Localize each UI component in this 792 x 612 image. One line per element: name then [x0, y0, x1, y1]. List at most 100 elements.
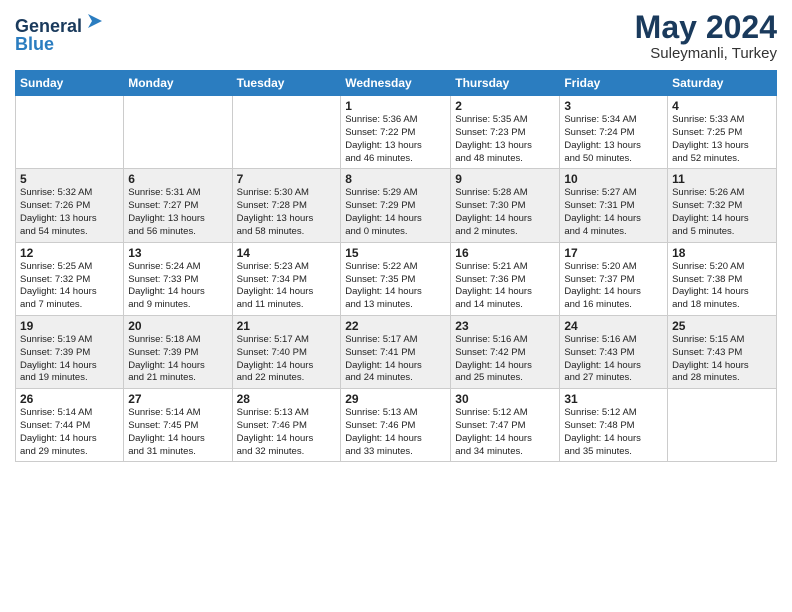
- month-title: May 2024: [635, 10, 777, 45]
- day-cell-11: 11Sunrise: 5:26 AM Sunset: 7:32 PM Dayli…: [668, 169, 777, 242]
- day-cell-28: 28Sunrise: 5:13 AM Sunset: 7:46 PM Dayli…: [232, 389, 341, 462]
- day-number: 21: [237, 319, 337, 333]
- day-info: Sunrise: 5:31 AM Sunset: 7:27 PM Dayligh…: [128, 187, 227, 238]
- day-cell-8: 8Sunrise: 5:29 AM Sunset: 7:29 PM Daylig…: [341, 169, 451, 242]
- calendar-table: SundayMondayTuesdayWednesdayThursdayFrid…: [15, 70, 777, 462]
- day-cell-1: 1Sunrise: 5:36 AM Sunset: 7:22 PM Daylig…: [341, 96, 451, 169]
- day-cell-16: 16Sunrise: 5:21 AM Sunset: 7:36 PM Dayli…: [451, 242, 560, 315]
- day-number: 16: [455, 246, 555, 260]
- day-cell-15: 15Sunrise: 5:22 AM Sunset: 7:35 PM Dayli…: [341, 242, 451, 315]
- day-number: 29: [345, 392, 446, 406]
- day-cell-6: 6Sunrise: 5:31 AM Sunset: 7:27 PM Daylig…: [124, 169, 232, 242]
- day-cell-empty: [668, 389, 777, 462]
- day-number: 13: [128, 246, 227, 260]
- day-number: 11: [672, 172, 772, 186]
- day-cell-2: 2Sunrise: 5:35 AM Sunset: 7:23 PM Daylig…: [451, 96, 560, 169]
- day-info: Sunrise: 5:17 AM Sunset: 7:41 PM Dayligh…: [345, 334, 446, 385]
- day-info: Sunrise: 5:18 AM Sunset: 7:39 PM Dayligh…: [128, 334, 227, 385]
- day-number: 28: [237, 392, 337, 406]
- day-number: 12: [20, 246, 119, 260]
- week-row-2: 5Sunrise: 5:32 AM Sunset: 7:26 PM Daylig…: [16, 169, 777, 242]
- weekday-header-saturday: Saturday: [668, 71, 777, 96]
- weekday-header-monday: Monday: [124, 71, 232, 96]
- day-cell-4: 4Sunrise: 5:33 AM Sunset: 7:25 PM Daylig…: [668, 96, 777, 169]
- day-number: 22: [345, 319, 446, 333]
- logo: General Blue: [15, 10, 106, 55]
- day-info: Sunrise: 5:12 AM Sunset: 7:48 PM Dayligh…: [564, 407, 663, 458]
- day-info: Sunrise: 5:20 AM Sunset: 7:38 PM Dayligh…: [672, 261, 772, 312]
- day-info: Sunrise: 5:16 AM Sunset: 7:43 PM Dayligh…: [564, 334, 663, 385]
- day-cell-5: 5Sunrise: 5:32 AM Sunset: 7:26 PM Daylig…: [16, 169, 124, 242]
- day-info: Sunrise: 5:15 AM Sunset: 7:43 PM Dayligh…: [672, 334, 772, 385]
- day-number: 30: [455, 392, 555, 406]
- day-cell-23: 23Sunrise: 5:16 AM Sunset: 7:42 PM Dayli…: [451, 315, 560, 388]
- week-row-5: 26Sunrise: 5:14 AM Sunset: 7:44 PM Dayli…: [16, 389, 777, 462]
- day-info: Sunrise: 5:34 AM Sunset: 7:24 PM Dayligh…: [564, 114, 663, 165]
- page: General Blue May 2024 Suleymanli, Turkey…: [0, 0, 792, 472]
- day-number: 18: [672, 246, 772, 260]
- day-number: 9: [455, 172, 555, 186]
- day-info: Sunrise: 5:30 AM Sunset: 7:28 PM Dayligh…: [237, 187, 337, 238]
- day-number: 2: [455, 99, 555, 113]
- day-info: Sunrise: 5:23 AM Sunset: 7:34 PM Dayligh…: [237, 261, 337, 312]
- logo-general: General: [15, 16, 82, 36]
- day-number: 10: [564, 172, 663, 186]
- week-row-1: 1Sunrise: 5:36 AM Sunset: 7:22 PM Daylig…: [16, 96, 777, 169]
- day-info: Sunrise: 5:22 AM Sunset: 7:35 PM Dayligh…: [345, 261, 446, 312]
- title-block: May 2024 Suleymanli, Turkey: [635, 10, 777, 62]
- weekday-header-wednesday: Wednesday: [341, 71, 451, 96]
- day-info: Sunrise: 5:20 AM Sunset: 7:37 PM Dayligh…: [564, 261, 663, 312]
- day-number: 19: [20, 319, 119, 333]
- day-cell-3: 3Sunrise: 5:34 AM Sunset: 7:24 PM Daylig…: [560, 96, 668, 169]
- day-info: Sunrise: 5:16 AM Sunset: 7:42 PM Dayligh…: [455, 334, 555, 385]
- day-cell-19: 19Sunrise: 5:19 AM Sunset: 7:39 PM Dayli…: [16, 315, 124, 388]
- day-info: Sunrise: 5:13 AM Sunset: 7:46 PM Dayligh…: [237, 407, 337, 458]
- day-info: Sunrise: 5:14 AM Sunset: 7:44 PM Dayligh…: [20, 407, 119, 458]
- day-number: 14: [237, 246, 337, 260]
- day-cell-22: 22Sunrise: 5:17 AM Sunset: 7:41 PM Dayli…: [341, 315, 451, 388]
- day-cell-18: 18Sunrise: 5:20 AM Sunset: 7:38 PM Dayli…: [668, 242, 777, 315]
- day-info: Sunrise: 5:36 AM Sunset: 7:22 PM Dayligh…: [345, 114, 446, 165]
- day-cell-empty: [16, 96, 124, 169]
- weekday-header-thursday: Thursday: [451, 71, 560, 96]
- day-info: Sunrise: 5:25 AM Sunset: 7:32 PM Dayligh…: [20, 261, 119, 312]
- weekday-header-row: SundayMondayTuesdayWednesdayThursdayFrid…: [16, 71, 777, 96]
- day-info: Sunrise: 5:27 AM Sunset: 7:31 PM Dayligh…: [564, 187, 663, 238]
- location: Suleymanli, Turkey: [635, 45, 777, 62]
- day-number: 4: [672, 99, 772, 113]
- weekday-header-friday: Friday: [560, 71, 668, 96]
- day-number: 17: [564, 246, 663, 260]
- day-number: 7: [237, 172, 337, 186]
- day-info: Sunrise: 5:24 AM Sunset: 7:33 PM Dayligh…: [128, 261, 227, 312]
- week-row-3: 12Sunrise: 5:25 AM Sunset: 7:32 PM Dayli…: [16, 242, 777, 315]
- day-cell-14: 14Sunrise: 5:23 AM Sunset: 7:34 PM Dayli…: [232, 242, 341, 315]
- day-number: 31: [564, 392, 663, 406]
- day-info: Sunrise: 5:12 AM Sunset: 7:47 PM Dayligh…: [455, 407, 555, 458]
- day-info: Sunrise: 5:28 AM Sunset: 7:30 PM Dayligh…: [455, 187, 555, 238]
- weekday-header-tuesday: Tuesday: [232, 71, 341, 96]
- week-row-4: 19Sunrise: 5:19 AM Sunset: 7:39 PM Dayli…: [16, 315, 777, 388]
- day-cell-empty: [124, 96, 232, 169]
- day-info: Sunrise: 5:26 AM Sunset: 7:32 PM Dayligh…: [672, 187, 772, 238]
- day-info: Sunrise: 5:17 AM Sunset: 7:40 PM Dayligh…: [237, 334, 337, 385]
- day-cell-21: 21Sunrise: 5:17 AM Sunset: 7:40 PM Dayli…: [232, 315, 341, 388]
- day-info: Sunrise: 5:35 AM Sunset: 7:23 PM Dayligh…: [455, 114, 555, 165]
- day-number: 3: [564, 99, 663, 113]
- day-number: 20: [128, 319, 227, 333]
- day-cell-29: 29Sunrise: 5:13 AM Sunset: 7:46 PM Dayli…: [341, 389, 451, 462]
- day-cell-9: 9Sunrise: 5:28 AM Sunset: 7:30 PM Daylig…: [451, 169, 560, 242]
- day-cell-7: 7Sunrise: 5:30 AM Sunset: 7:28 PM Daylig…: [232, 169, 341, 242]
- day-cell-24: 24Sunrise: 5:16 AM Sunset: 7:43 PM Dayli…: [560, 315, 668, 388]
- day-number: 1: [345, 99, 446, 113]
- day-number: 15: [345, 246, 446, 260]
- day-cell-10: 10Sunrise: 5:27 AM Sunset: 7:31 PM Dayli…: [560, 169, 668, 242]
- day-cell-20: 20Sunrise: 5:18 AM Sunset: 7:39 PM Dayli…: [124, 315, 232, 388]
- day-cell-25: 25Sunrise: 5:15 AM Sunset: 7:43 PM Dayli…: [668, 315, 777, 388]
- day-cell-27: 27Sunrise: 5:14 AM Sunset: 7:45 PM Dayli…: [124, 389, 232, 462]
- day-number: 26: [20, 392, 119, 406]
- day-number: 6: [128, 172, 227, 186]
- logo-arrow-icon: [84, 10, 106, 37]
- day-cell-12: 12Sunrise: 5:25 AM Sunset: 7:32 PM Dayli…: [16, 242, 124, 315]
- day-number: 23: [455, 319, 555, 333]
- day-cell-13: 13Sunrise: 5:24 AM Sunset: 7:33 PM Dayli…: [124, 242, 232, 315]
